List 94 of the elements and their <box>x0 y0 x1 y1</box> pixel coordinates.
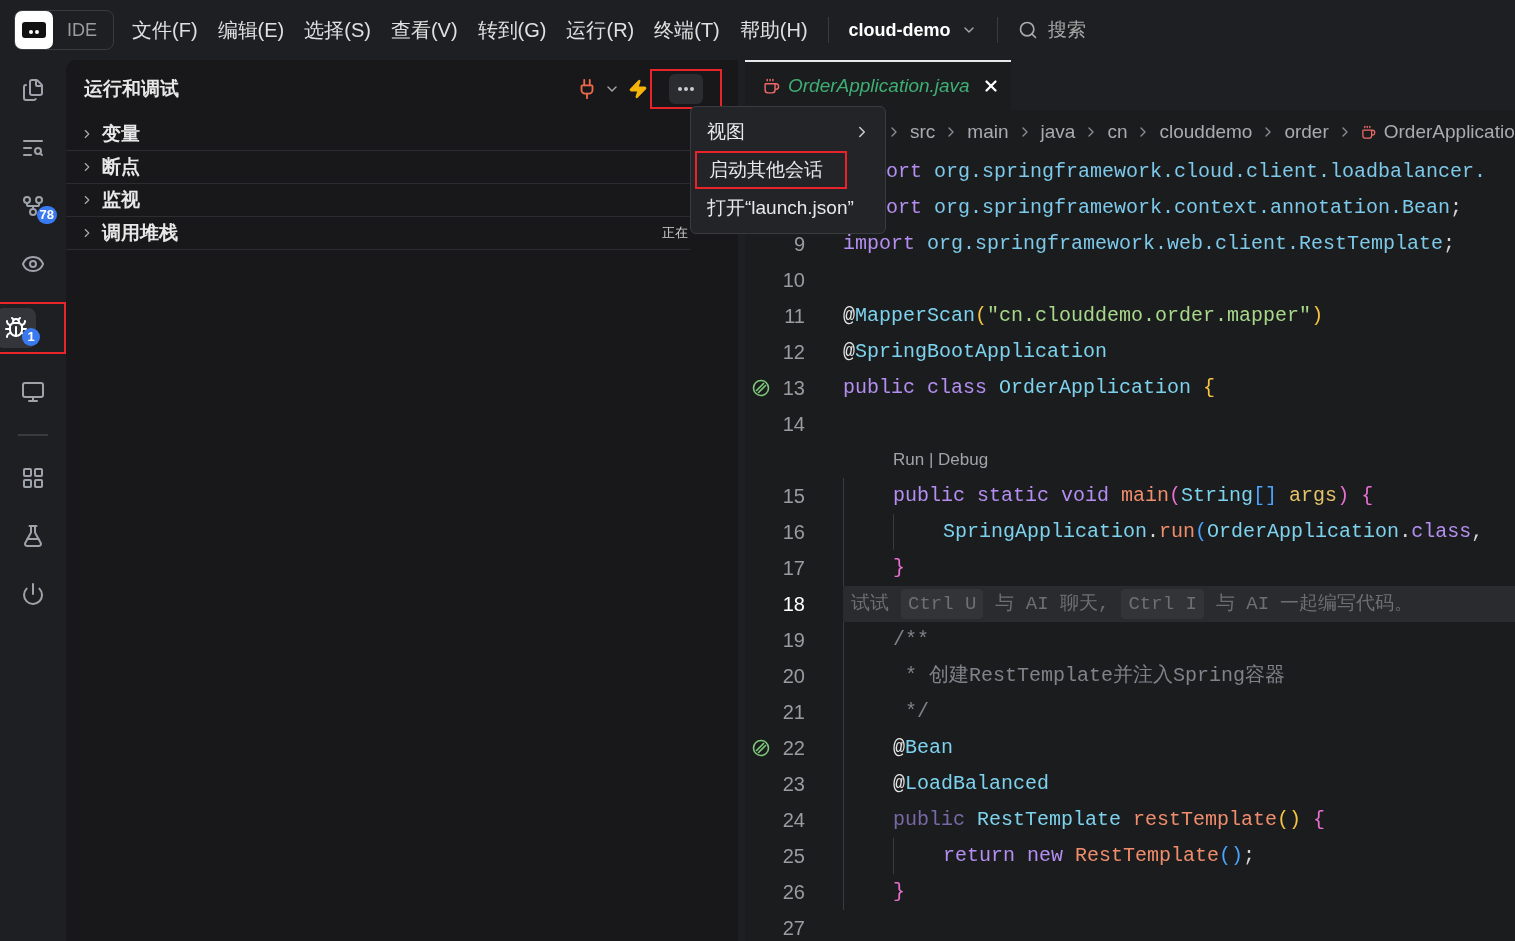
menu-option[interactable]: 打开“launch.json” <box>695 189 881 227</box>
code-text: @MapperScan("cn.clouddemo.order.mapper") <box>843 303 1324 329</box>
status-text: 正在 <box>662 224 688 243</box>
breadcrumb-item[interactable]: order <box>1284 117 1329 147</box>
search-icon <box>1017 20 1038 40</box>
menu-item[interactable]: 帮助(H) <box>729 15 818 45</box>
section-title: 断点 <box>102 154 141 179</box>
breadcrumb-item[interactable]: OrderApplicatio <box>1383 117 1515 147</box>
line-number: 18 <box>782 593 805 615</box>
section-header[interactable]: 监视 <box>66 184 690 217</box>
code-text: * 创建RestTemplate并注入Spring容器 <box>904 663 1286 689</box>
project-selector[interactable]: cloud-demo <box>838 16 987 44</box>
hint-text: 与 AI 一起编写代码。 <box>1215 591 1414 617</box>
run-marker-icon[interactable] <box>752 379 770 397</box>
section-header[interactable]: 断点 <box>66 151 690 184</box>
code-text: } <box>893 555 905 581</box>
line-number: 22 <box>782 737 805 759</box>
section-header[interactable]: 调用堆栈 正在 <box>66 217 690 250</box>
line-number: 23 <box>782 773 805 795</box>
codelens-link[interactable]: Run | Debug <box>893 447 989 473</box>
line-number: 19 <box>782 629 805 651</box>
hint-text: 与 AI 聊天, <box>995 591 1110 617</box>
cup-icon <box>1360 124 1376 140</box>
line-number: 12 <box>782 341 805 363</box>
breadcrumb-item[interactable]: java <box>1040 117 1076 147</box>
code-text: @Bean <box>893 735 954 761</box>
code-text: @LoadBalanced <box>893 771 1050 797</box>
code-text: public static void main(String[] args) { <box>893 483 1374 509</box>
code-text: /** <box>893 627 929 653</box>
panel-title: 运行和调试 <box>84 76 180 101</box>
code-text: } <box>893 879 905 905</box>
lightning-icon[interactable] <box>628 79 648 99</box>
menu-item[interactable]: 编辑(E) <box>207 15 295 45</box>
cup-icon <box>763 77 780 95</box>
more-icon <box>678 87 694 91</box>
hint-text: 试试 <box>851 591 889 617</box>
line-number: 14 <box>782 413 805 435</box>
code-text: @SpringBootApplication <box>843 339 1108 365</box>
menu-option[interactable]: 启动其他会话 <box>695 151 847 189</box>
line-number: 17 <box>782 557 805 579</box>
line-number: 26 <box>782 881 805 903</box>
line-number: 9 <box>793 233 805 255</box>
menu-item[interactable]: 查看(V) <box>380 15 468 45</box>
shortcut-key: Ctrl U <box>901 588 984 620</box>
code-text: SpringApplication.run(OrderApplication.class, <box>943 519 1484 545</box>
section-header[interactable]: 变量 <box>66 118 690 151</box>
section-title: 监视 <box>102 187 141 212</box>
code-text: return new RestTemplate(); <box>943 843 1256 869</box>
app-logo[interactable]: IDE <box>14 10 114 50</box>
section-title: 变量 <box>102 121 141 146</box>
code-text: import org.springframework.web.client.RestTemplate; <box>843 231 1456 257</box>
code-text: public RestTemplate restTemplate() { <box>893 807 1326 833</box>
code-text: ort org.springframework.context.annotation.Bean; <box>886 195 1463 221</box>
line-number: 15 <box>782 485 805 507</box>
menu-item[interactable]: 转到(G) <box>467 15 557 45</box>
files-icon <box>21 78 45 102</box>
monitor-icon <box>21 380 45 404</box>
code-text: public class OrderApplication { <box>843 375 1216 401</box>
menu-item[interactable]: 文件(F) <box>122 15 208 45</box>
grid-icon <box>21 466 45 490</box>
line-number: 27 <box>782 917 805 939</box>
shortcut-key: Ctrl I <box>1121 588 1204 620</box>
menu-option[interactable]: 视图 <box>695 113 881 151</box>
line-number: 25 <box>782 845 805 867</box>
count-badge: 1 <box>22 328 40 346</box>
logo-icon <box>21 20 47 40</box>
flask-icon <box>21 524 45 548</box>
breadcrumb-item[interactable]: src <box>910 117 936 147</box>
tab-label: OrderApplication.java <box>788 73 970 98</box>
logo-text: IDE <box>67 18 97 42</box>
line-number: 24 <box>782 809 805 831</box>
run-marker-icon[interactable] <box>752 739 770 757</box>
code-text: ort org.springframework.cloud.client.loadbalancer. <box>886 159 1487 185</box>
search-input[interactable]: 搜索 <box>1047 15 1168 45</box>
section-title: 调用堆栈 <box>102 220 179 245</box>
menu-item[interactable]: 终端(T) <box>644 15 730 45</box>
breadcrumb-item[interactable]: main <box>967 117 1009 147</box>
editor-tab[interactable]: OrderApplication.java <box>745 60 1011 110</box>
line-number: 21 <box>782 701 805 723</box>
line-number: 13 <box>782 377 805 399</box>
menu-item[interactable]: 选择(S) <box>294 15 381 45</box>
count-badge: 78 <box>36 206 57 224</box>
menu-item[interactable]: 运行(R) <box>556 15 645 45</box>
line-number: 16 <box>782 521 805 543</box>
more-button[interactable] <box>669 74 703 104</box>
bug-icon <box>4 316 28 340</box>
line-number: 11 <box>784 305 805 327</box>
power-icon <box>21 582 45 606</box>
code-text: */ <box>904 699 929 725</box>
line-number: 20 <box>782 665 805 687</box>
search-field[interactable]: 搜索 <box>1007 15 1178 45</box>
breadcrumb-item[interactable]: cn <box>1107 117 1128 147</box>
line-number: 10 <box>782 269 805 291</box>
breadcrumb-item[interactable]: clouddemo <box>1159 117 1253 147</box>
